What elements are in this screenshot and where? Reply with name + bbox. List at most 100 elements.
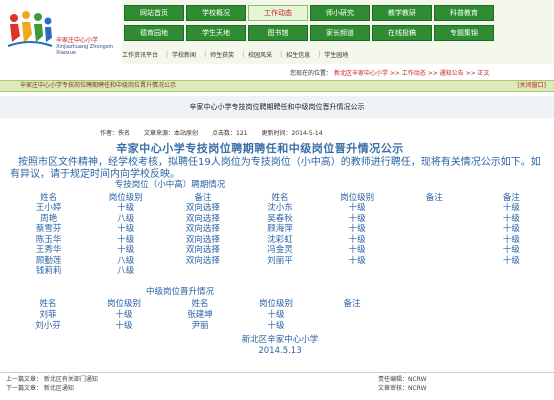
nav-online-submission[interactable]: 在线投稿 <box>372 25 432 41</box>
table2-header-row: 姓名 岗位级别 姓名 岗位级别 备注 <box>10 298 390 309</box>
table-cell <box>314 309 390 320</box>
article-intro: 按照市区文件精神，经学校考核，拟聘任19人岗位为专技岗位（小中高）的教师进行聘任… <box>10 157 541 180</box>
table-cell <box>473 266 550 277</box>
article-meta: 作者：佚名 文章来源：本站原创 点击数：121 更新时间：2014-5-14 <box>100 128 520 138</box>
table-cell: 顾海萍 <box>267 224 293 235</box>
subnav-item[interactable]: 学生园地 <box>324 50 348 59</box>
table-cell: 十级 <box>502 245 520 256</box>
table-cell <box>396 245 473 256</box>
meta-hits: 点击数：121 <box>212 130 248 137</box>
table-cell: 王秀华 <box>35 245 62 256</box>
table1-header: 姓名 <box>271 192 289 203</box>
table-cell <box>396 266 473 277</box>
table1-header: 备注 <box>194 192 212 203</box>
table-row: 刘小芬 十级 尹丽 十级 <box>10 320 390 331</box>
footer-editor: 责任编辑：NCRW <box>378 376 427 383</box>
table-cell: 十级 <box>117 203 135 214</box>
nav-home[interactable]: 网站首页 <box>124 5 184 21</box>
subnav-item[interactable]: 师生获奖 <box>210 50 234 59</box>
table-cell <box>319 266 396 277</box>
table-cell: 双向选择 <box>185 234 220 245</box>
table-cell: 顾勤莲 <box>35 255 62 266</box>
table-cell <box>396 214 473 225</box>
logo-name-en: Xinjiazhuang Zhongxin Xiaoxue <box>56 44 114 56</box>
breadcrumb-prefix: 您现在的位置： <box>290 70 333 77</box>
signature-date: 2014.5.13 <box>258 346 302 356</box>
main-nav-row-2: 德育园地 学生天地 图书馆 家长频道 在线投稿 专题集锦 <box>122 22 554 44</box>
table-cell: 沈彩虹 <box>267 234 293 245</box>
table-cell: 刘丽平 <box>267 255 293 266</box>
table-cell: 冯金灵 <box>267 245 293 256</box>
table1-header: 备注 <box>425 192 443 203</box>
table-cell: 十级 <box>117 234 135 245</box>
table2-header: 备注 <box>343 298 361 309</box>
subnav-item[interactable]: 学校新闻 <box>172 50 196 59</box>
table-cell: 十级 <box>348 255 366 266</box>
nav-library[interactable]: 图书馆 <box>248 25 308 41</box>
table-cell <box>164 266 241 277</box>
subnav-item[interactable]: 工作资讯平台 <box>122 50 158 59</box>
article-body: 辛家中心小学专技岗位聘期聘任和中级岗位晋升情况公示 按照市区文件精神，经学校考核… <box>10 142 550 367</box>
table-cell: 十级 <box>267 320 285 331</box>
table-row: 钱莉莉 八级 <box>10 266 550 277</box>
breadcrumb: 您现在的位置： 新北区辛家中心小学 >> 工作动态 >> 通知公告 >> 正文 <box>122 68 554 80</box>
table-cell: 十级 <box>502 224 520 235</box>
nav-topics[interactable]: 专题集锦 <box>434 25 494 41</box>
meta-source: 文章来源：本站原创 <box>144 130 199 137</box>
table-cell: 十级 <box>502 203 520 214</box>
table1-header: 岗位级别 <box>108 192 143 203</box>
nav-teaching-research[interactable]: 教学教研 <box>372 5 432 21</box>
nav-school-overview[interactable]: 学校概况 <box>186 5 246 21</box>
table1-header: 姓名 <box>40 192 58 203</box>
table-cell: 双向选择 <box>185 224 220 235</box>
main-nav-row-1: 网站首页 学校概况 工作动态 师小研究 教学教研 科普教育 <box>122 2 554 24</box>
nav-teacher-research[interactable]: 师小研究 <box>310 5 370 21</box>
table-cell: 十级 <box>348 245 366 256</box>
table-cell: 双向选择 <box>185 245 220 256</box>
logo-text: 辛家庄中心小学 Xinjiazhuang Zhongxin Xiaoxue <box>56 38 122 57</box>
school-logo[interactable]: 辛家庄中心小学 Xinjiazhuang Zhongxin Xiaoxue <box>0 0 122 64</box>
article-footer: 上一篇文章： 新北区有关部门通知 下一篇文章： 新北区通知 责任编辑：NCRW … <box>0 372 554 400</box>
table-cell: 十级 <box>117 224 135 235</box>
table-cell: 吴春秋 <box>267 213 293 224</box>
nav-parents-channel[interactable]: 家长频道 <box>310 25 370 41</box>
table1-caption: 专技岗位（小中高）聘期情况 <box>114 180 226 190</box>
table1: 姓名 岗位级别 备注 姓名 岗位级别 备注 备注 王小婷 十级 双向选择 沈小东… <box>10 192 550 277</box>
table-cell: 八级 <box>117 266 135 277</box>
table-row: 顾勤莲 八级 双向选择 刘丽平 十级 十级 <box>10 256 550 267</box>
table-row: 刘菲 十级 张建坤 十级 <box>10 309 390 320</box>
table-cell <box>396 256 473 267</box>
table-cell: 八级 <box>117 255 135 266</box>
table-cell: 十级 <box>348 203 366 214</box>
table-cell: 十级 <box>502 213 520 224</box>
subnav-item[interactable]: 招生信息 <box>286 50 310 59</box>
breadcrumb-path[interactable]: 新北区辛家中心小学 >> 工作动态 >> 通知公告 >> 正文 <box>334 70 490 77</box>
table2-caption: 中级岗位晋升情况 <box>145 287 214 297</box>
table-cell <box>241 266 318 277</box>
table-row: 王秀华 十级 双向选择 冯金灵 十级 十级 <box>10 245 550 256</box>
table-cell: 陈玉华 <box>35 234 62 245</box>
table2-header: 姓名 <box>191 298 209 309</box>
page-title: 辛家中心小学专技岗位聘期聘任和中级岗位晋升情况公示 <box>0 96 554 118</box>
notice-text: 辛家庄中心小学专技岗位聘期聘任和中级岗位晋升情况公示 <box>20 82 177 89</box>
meta-author: 作者：佚名 <box>100 130 131 137</box>
table-cell: 王小婷 <box>35 203 62 214</box>
table-cell: 十级 <box>348 213 366 224</box>
table-cell: 刘小芬 <box>35 320 61 331</box>
table-cell: 双向选择 <box>185 203 220 214</box>
table1-header-row: 姓名 岗位级别 备注 姓名 岗位级别 备注 备注 <box>10 192 550 203</box>
table-cell: 钱莉莉 <box>35 266 62 277</box>
table-cell <box>396 235 473 246</box>
table-cell: 双向选择 <box>185 255 220 266</box>
subnav-item[interactable]: 校园风采 <box>248 50 272 59</box>
table-cell <box>314 320 390 331</box>
table2: 姓名 岗位级别 姓名 岗位级别 备注 刘菲 十级 张建坤 十级 刘小芬 十级 尹… <box>10 298 390 331</box>
notice-bar: 辛家庄中心小学专技岗位聘期聘任和中级岗位晋升情况公示 [关闭窗口] <box>0 80 554 92</box>
nav-science-education[interactable]: 科普教育 <box>434 5 494 21</box>
nav-work-updates[interactable]: 工作动态 <box>248 5 308 21</box>
nav-student-world[interactable]: 学生天地 <box>186 25 246 41</box>
nav-moral-education[interactable]: 德育园地 <box>124 25 184 41</box>
table-cell <box>396 224 473 235</box>
table-cell: 刘菲 <box>39 309 57 320</box>
close-window-link[interactable]: [关闭窗口] <box>517 81 546 91</box>
